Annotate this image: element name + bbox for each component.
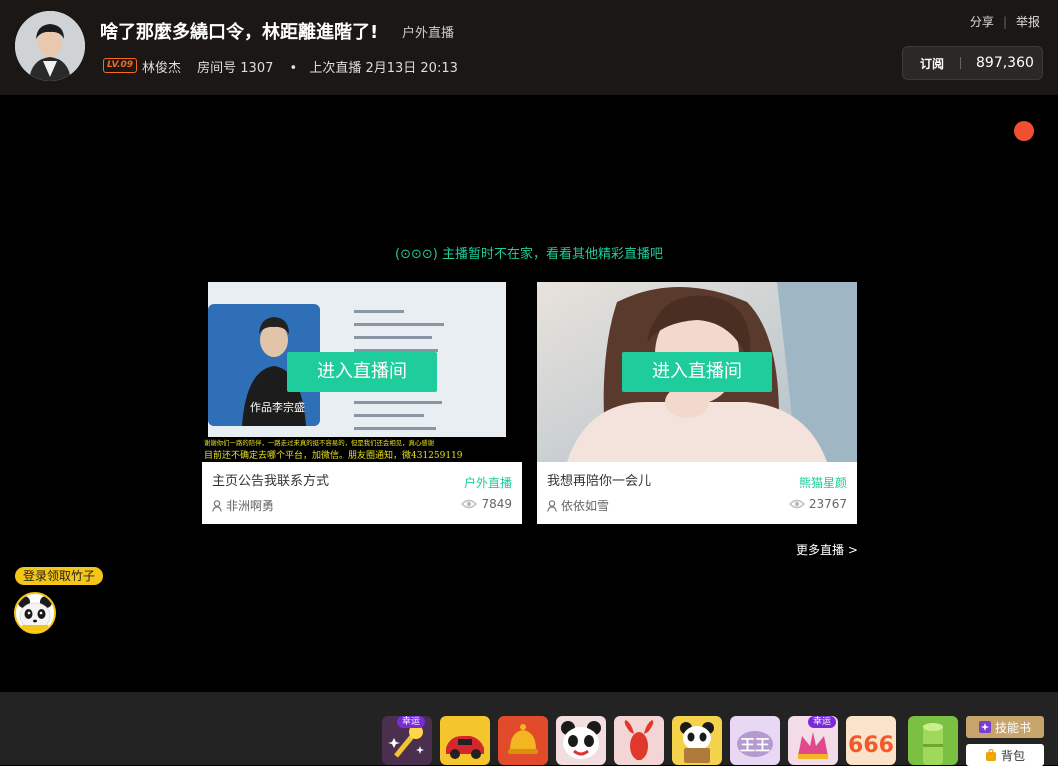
skill-book-label: 技能书	[994, 720, 1031, 735]
recommended-room-card[interactable]: 作品李宗盛 谢谢你们一路的陪伴，一路走过来真的挺不容易的，但是我们还会相见，真心…	[202, 282, 522, 524]
crayfish-gift-icon[interactable]	[614, 716, 664, 765]
recommended-room-card[interactable]: 进入直播间 我想再陪你一会儿 熊猫星颜 依依如雪 23767	[537, 282, 857, 524]
login-reward-bubble[interactable]: 登录领取竹子	[15, 567, 104, 585]
user-icon	[547, 499, 557, 512]
backpack-button[interactable]: 背包	[966, 744, 1044, 766]
card-views: 7849	[461, 497, 512, 511]
room-header: 啥了那麼多繞口令，林距離進階了! 户外直播 LV.09 林俊杰 房间号 1307…	[0, 0, 1058, 95]
svg-text:666: 666	[848, 733, 894, 758]
streamer-avatar[interactable]	[15, 11, 85, 81]
record-indicator-icon[interactable]	[1014, 121, 1034, 141]
card-user: 非洲啊勇	[212, 497, 274, 514]
svg-text:王王: 王王	[740, 736, 770, 754]
golden-bell-gift-icon[interactable]	[498, 716, 548, 765]
card-title[interactable]: 主页公告我联系方式	[212, 470, 329, 489]
header-actions: 分享 | 举报	[970, 13, 1040, 30]
subscribe-button[interactable]: 订阅 897,360	[902, 46, 1043, 80]
card-user-name: 依依如雪	[561, 499, 610, 513]
eye-icon	[461, 499, 478, 509]
card-category[interactable]: 熊猫星颜	[799, 474, 847, 491]
share-link[interactable]: 分享	[970, 15, 994, 29]
subscribe-label: 订阅	[920, 56, 945, 71]
666-gift-icon[interactable]: 666	[846, 716, 896, 765]
enter-room-button[interactable]: 进入直播间	[622, 352, 772, 392]
room-title: 啥了那麼多繞口令，林距離進階了!	[100, 22, 379, 43]
card-view-count: 7849	[481, 497, 512, 511]
more-live-link[interactable]: 更多直播 >	[796, 541, 858, 558]
action-divider: |	[1002, 15, 1007, 29]
backpack-icon	[985, 749, 996, 761]
report-link[interactable]: 举报	[1016, 15, 1040, 29]
red-car-gift-icon[interactable]	[440, 716, 490, 765]
user-icon	[212, 499, 222, 512]
room-meta: 林俊杰 房间号 1307 • 上次直播 2月13日 20:13	[142, 57, 470, 76]
card-title[interactable]: 我想再陪你一会儿	[547, 470, 651, 489]
offline-notice: (⊙⊙⊙) 主播暂时不在家，看看其他精彩直播吧	[395, 247, 663, 262]
lucky-tag: 幸运	[808, 716, 837, 728]
panda-mascot-icon[interactable]	[14, 592, 56, 634]
card-user-name: 非洲啊勇	[226, 499, 275, 513]
bamboo-gift-icon[interactable]	[908, 716, 958, 765]
room-number: 房间号 1307	[197, 61, 274, 76]
streamer-name[interactable]: 林俊杰	[142, 61, 181, 76]
subtitle-line-1: 谢谢你们一路的陪伴，一路走过来真的挺不容易的，但是我们还会相见，真心感谢	[204, 438, 435, 447]
card-user: 依依如雪	[547, 497, 609, 514]
card-category[interactable]: 户外直播	[464, 474, 512, 491]
king-gift-icon[interactable]: 王王	[730, 716, 780, 765]
meta-separator-dot: •	[289, 61, 298, 76]
subscribe-divider	[960, 57, 961, 69]
level-badge: LV.09	[103, 58, 138, 73]
panda-script-gift-icon[interactable]	[672, 716, 722, 765]
room-category[interactable]: 户外直播	[402, 22, 454, 41]
lucky-tag: 幸运	[397, 716, 426, 728]
eye-icon	[788, 499, 805, 509]
enter-room-button[interactable]: 进入直播间	[287, 352, 437, 392]
skill-book-button[interactable]: 技能书	[966, 716, 1044, 738]
panda-face-gift-icon[interactable]	[556, 716, 606, 765]
last-live-time: 上次直播 2月13日 20:13	[309, 61, 458, 76]
backpack-label: 背包	[1000, 748, 1025, 763]
card-views: 23767	[788, 497, 847, 511]
card-view-count: 23767	[808, 497, 847, 511]
subtitle-line-2: 目前还不确定去哪个平台，加微信。朋友圈通知，微431259119	[204, 449, 463, 461]
skill-book-icon	[978, 721, 991, 733]
thumb-caption: 作品李宗盛	[250, 400, 305, 414]
subscriber-count: 897,360	[976, 55, 1034, 71]
